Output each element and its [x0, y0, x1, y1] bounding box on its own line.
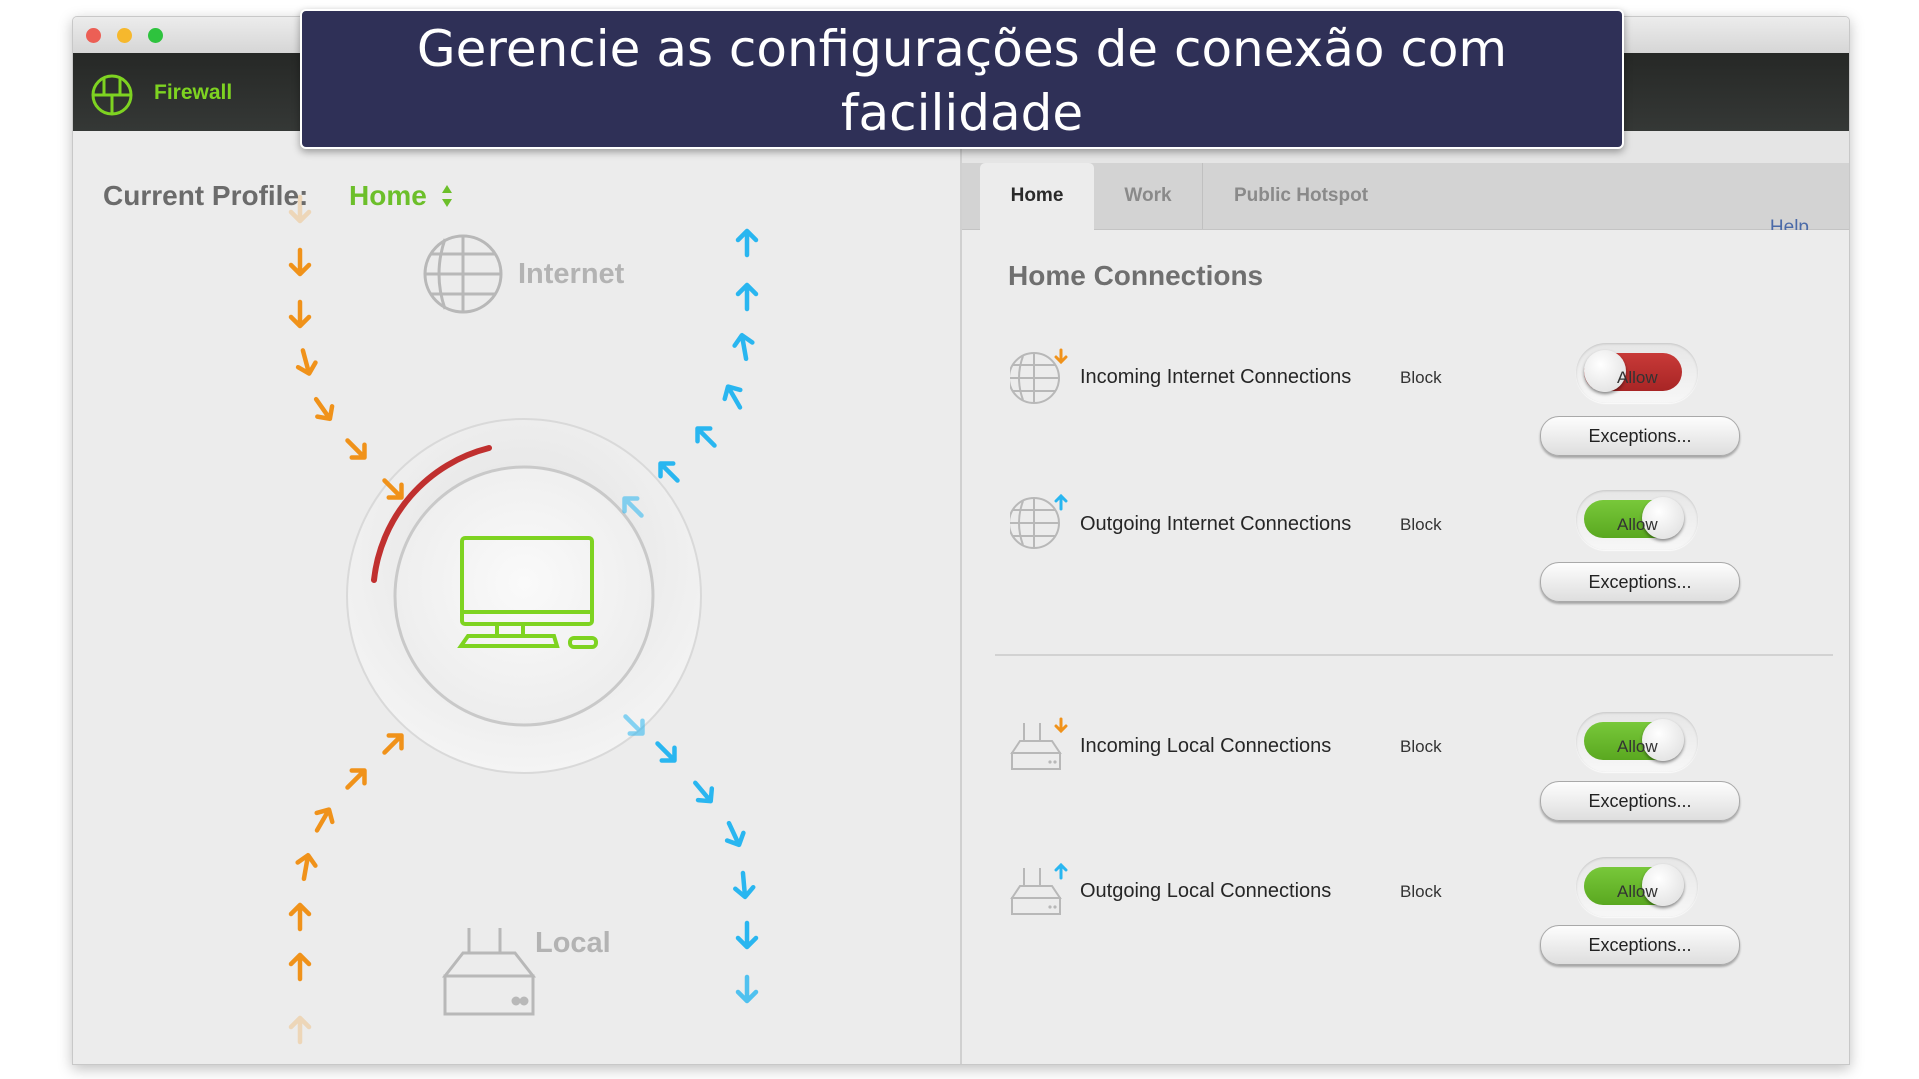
exceptions-button[interactable]: Exceptions... — [1540, 416, 1740, 456]
allow-label: Allow — [1617, 882, 1658, 901]
profile-selector[interactable]: Home — [349, 180, 427, 212]
connections-content: Home Connections Incoming Internet Conne… — [962, 230, 1849, 1064]
outgoing-arrow-icon — [735, 974, 759, 1004]
close-window-button[interactable] — [86, 28, 101, 43]
local-router-icon — [441, 928, 537, 1016]
settings-panel: Home Work Public Hotspot Help Home Conne… — [962, 131, 1849, 1064]
incoming-arrow-icon — [288, 952, 312, 982]
incoming-arrow-icon — [288, 299, 312, 329]
updown-chevron-icon[interactable] — [440, 183, 454, 209]
outgoing-arrow-icon — [693, 780, 715, 804]
connection-diagram — [288, 194, 759, 1045]
allow-label: Allow — [1617, 368, 1658, 387]
incoming-arrow-icon — [288, 1015, 312, 1045]
profile-tabs: Home Work Public Hotspot Help — [962, 163, 1849, 238]
current-profile-label: Current Profile: — [103, 180, 309, 211]
block-label: Block — [1400, 368, 1442, 387]
incoming-arrow-icon — [295, 852, 318, 882]
firewall-window: Firewall Current Profile: Home Internet … — [72, 16, 1850, 1065]
incoming-arrow-icon — [288, 247, 312, 277]
outgoing-arrow-icon — [735, 282, 759, 312]
tab-work[interactable]: Work — [1094, 163, 1203, 229]
allow-label: Allow — [1617, 737, 1658, 756]
zoom-window-button[interactable] — [148, 28, 163, 43]
incoming-arrow-icon — [314, 807, 335, 833]
exceptions-button[interactable]: Exceptions... — [1540, 562, 1740, 602]
row-label: Outgoing Internet Connections — [1080, 513, 1352, 535]
app-name: Firewall — [154, 81, 233, 104]
router-outgoing-icon — [1010, 862, 1068, 915]
firewall-icon — [91, 74, 133, 116]
block-label: Block — [1400, 737, 1442, 756]
allow-label: Allow — [1617, 515, 1658, 534]
outgoing-arrow-icon — [695, 426, 717, 448]
outgoing-arrow-icon — [732, 332, 755, 362]
tab-public-hotspot[interactable]: Public Hotspot — [1203, 163, 1399, 229]
globe-incoming-icon — [1010, 348, 1068, 404]
row-label: Incoming Local Connections — [1080, 735, 1332, 757]
outgoing-arrow-icon — [722, 384, 743, 410]
exceptions-button[interactable]: Exceptions... — [1540, 781, 1740, 821]
outgoing-arrow-icon — [735, 228, 759, 258]
globe-outgoing-icon — [1010, 493, 1068, 549]
outgoing-arrow-icon — [655, 741, 677, 763]
internet-label: Internet — [518, 258, 625, 290]
outgoing-arrow-icon — [733, 870, 756, 900]
caption-banner: Gerencie as configurações de conexão com… — [300, 9, 1624, 149]
internet-globe-icon — [423, 234, 503, 314]
block-label: Block — [1400, 515, 1442, 534]
exceptions-button[interactable]: Exceptions... — [1540, 925, 1740, 965]
row-label: Incoming Internet Connections — [1080, 366, 1352, 388]
incoming-arrow-icon — [345, 438, 367, 460]
section-title: Home Connections — [1008, 260, 1264, 291]
router-incoming-icon — [1010, 717, 1068, 770]
incoming-arrow-icon — [382, 733, 404, 755]
block-label: Block — [1400, 882, 1442, 901]
connection-diagram-panel: Current Profile: Home Internet Local — [73, 131, 962, 1064]
inner-circle — [393, 465, 655, 727]
incoming-arrow-icon — [345, 768, 367, 790]
incoming-arrow-icon — [288, 902, 312, 932]
outgoing-arrow-icon — [735, 920, 759, 950]
incoming-arrow-icon — [295, 348, 318, 376]
local-label: Local — [535, 927, 611, 959]
minimize-window-button[interactable] — [117, 28, 132, 43]
tab-home[interactable]: Home — [980, 163, 1094, 230]
outgoing-arrow-icon — [724, 820, 746, 848]
incoming-arrow-icon — [313, 396, 335, 422]
row-label: Outgoing Local Connections — [1080, 880, 1332, 902]
section-divider — [995, 654, 1833, 656]
